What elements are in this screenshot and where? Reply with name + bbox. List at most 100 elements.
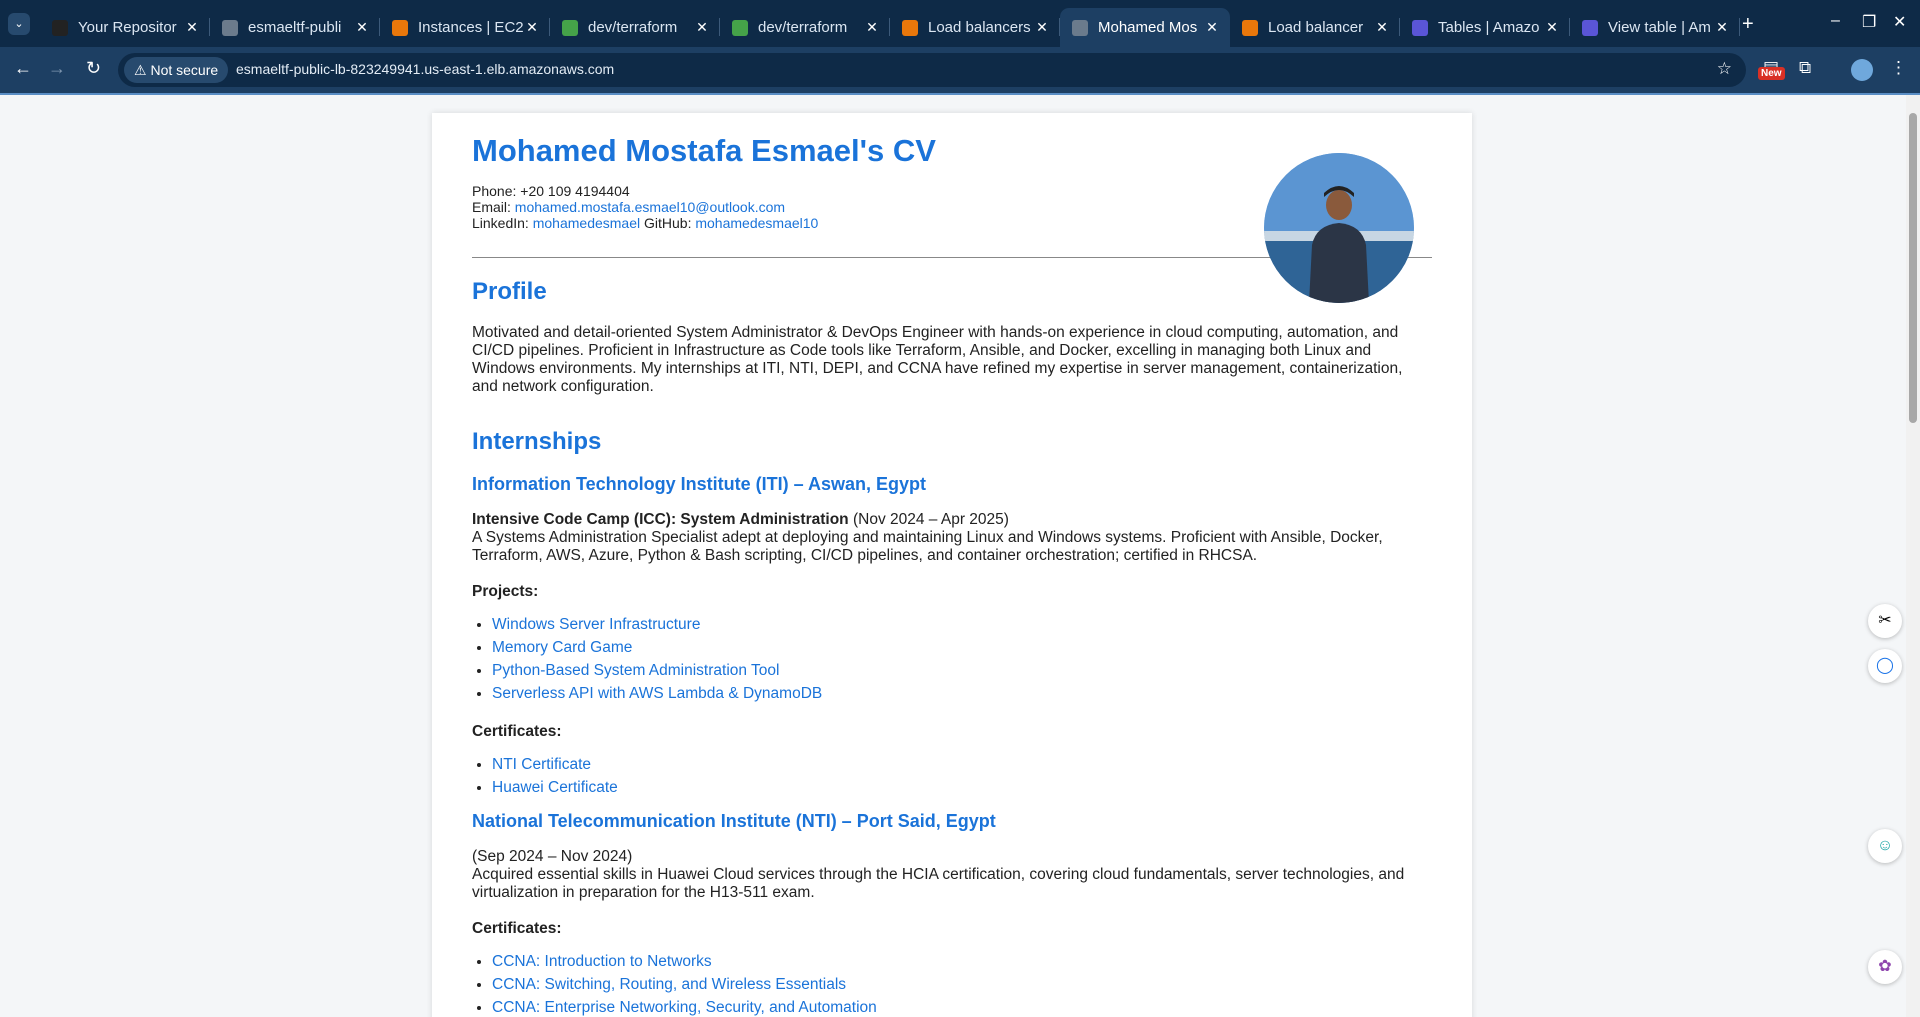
iti-projects-list: Windows Server Infrastructure Memory Car… bbox=[472, 613, 1432, 705]
profile-avatar[interactable] bbox=[1851, 59, 1873, 81]
tab-separator bbox=[1739, 18, 1740, 36]
tab-favicon-icon bbox=[1242, 19, 1258, 36]
list-item: CCNA: Enterprise Networking, Security, a… bbox=[492, 996, 1432, 1017]
iti-projects-label: Projects: bbox=[472, 583, 539, 600]
tab-close-icon[interactable]: ✕ bbox=[184, 19, 200, 36]
new-badge: New bbox=[1758, 67, 1785, 80]
phone-value: +20 109 4194404 bbox=[520, 183, 630, 199]
tab-title: Mohamed Mos bbox=[1098, 19, 1198, 36]
page-viewport: Mohamed Mostafa Esmael's CV Phone: +20 1… bbox=[0, 95, 1906, 1017]
project-link[interactable]: Memory Card Game bbox=[492, 639, 632, 656]
bookmark-star-icon[interactable]: ☆ bbox=[1717, 59, 1732, 79]
iti-certificates-list: NTI Certificate Huawei Certificate bbox=[472, 753, 1432, 799]
tab-close-icon[interactable]: ✕ bbox=[354, 19, 370, 36]
tab-strip: ⌄ Your Repositor ✕ esmaeltf-publi ✕ Instance… bbox=[0, 0, 1920, 47]
scissors-icon[interactable]: ✂ bbox=[1868, 604, 1902, 638]
forward-icon[interactable]: → bbox=[48, 58, 66, 79]
security-chip[interactable]: ⚠ Not secure bbox=[124, 57, 229, 83]
linkedin-label: LinkedIn: bbox=[472, 215, 529, 231]
reload-icon[interactable]: ↻ bbox=[86, 58, 101, 79]
tab-title: esmaeltf-publi bbox=[248, 19, 342, 36]
tab-close-icon[interactable]: ✕ bbox=[1034, 19, 1050, 36]
profile-text: Motivated and detail-oriented System Adm… bbox=[472, 324, 1403, 395]
tab-search-button[interactable]: ⌄ bbox=[8, 13, 30, 35]
menu-icon[interactable]: ⋮ bbox=[1890, 58, 1907, 78]
nti-certificates-list: CCNA: Introduction to Networks CCNA: Swi… bbox=[472, 950, 1432, 1017]
chat-assistant-icon[interactable]: ◯ bbox=[1868, 649, 1902, 683]
email-label: Email: bbox=[472, 199, 511, 215]
nti-heading: National Telecommunication Institute (NT… bbox=[472, 811, 996, 831]
tab[interactable]: dev/terraform ✕ bbox=[720, 8, 890, 47]
tab-close-icon[interactable]: ✕ bbox=[524, 19, 540, 36]
tab-close-icon[interactable]: ✕ bbox=[1544, 19, 1560, 36]
list-item: CCNA: Switching, Routing, and Wireless E… bbox=[492, 973, 1432, 996]
certificate-link[interactable]: CCNA: Switching, Routing, and Wireless E… bbox=[492, 976, 846, 993]
tab-title: Tables | Amazo bbox=[1438, 19, 1540, 36]
certificate-link[interactable]: NTI Certificate bbox=[492, 756, 591, 773]
tab-close-icon[interactable]: ✕ bbox=[694, 19, 710, 36]
scrollbar-thumb[interactable] bbox=[1909, 113, 1917, 423]
tab-favicon-icon bbox=[52, 19, 68, 36]
email-link[interactable]: mohamed.mostafa.esmael10@outlook.com bbox=[515, 199, 785, 215]
list-item: Memory Card Game bbox=[492, 636, 1432, 659]
tab-favicon-icon bbox=[1582, 19, 1598, 36]
iti-dates: (Nov 2024 – Apr 2025) bbox=[852, 511, 1009, 528]
list-item: Huawei Certificate bbox=[492, 776, 1432, 799]
new-tab-button[interactable]: + bbox=[1742, 13, 1754, 36]
tab-favicon-icon bbox=[732, 19, 748, 36]
project-link[interactable]: Serverless API with AWS Lambda & DynamoD… bbox=[492, 685, 822, 702]
tab-close-icon[interactable]: ✕ bbox=[1374, 19, 1390, 36]
project-link[interactable]: Python-Based System Administration Tool bbox=[492, 662, 779, 679]
tab[interactable]: Your Repositor ✕ bbox=[40, 8, 210, 47]
github-label: GitHub: bbox=[644, 215, 692, 231]
list-item: Serverless API with AWS Lambda & DynamoD… bbox=[492, 682, 1432, 705]
tab[interactable]: Load balancer ✕ bbox=[1230, 8, 1400, 47]
github-link[interactable]: mohamedesmael10 bbox=[695, 215, 818, 231]
tab-close-icon[interactable]: ✕ bbox=[864, 19, 880, 36]
tab[interactable]: Tables | Amazo ✕ bbox=[1400, 8, 1570, 47]
address-bar[interactable]: ⚠ Not secure esmaeltf-public-lb-82324994… bbox=[118, 53, 1746, 87]
extensions-icon[interactable]: ⧉ bbox=[1799, 58, 1811, 78]
tab-title: View table | Am bbox=[1608, 19, 1711, 36]
tab[interactable]: dev/terraform ✕ bbox=[550, 8, 720, 47]
page-scrollbar[interactable] bbox=[1906, 95, 1920, 1017]
iti-description: A Systems Administration Specialist adep… bbox=[472, 529, 1383, 564]
tab[interactable]: Mohamed Mos ✕ bbox=[1060, 8, 1230, 47]
tab[interactable]: Load balancers ✕ bbox=[890, 8, 1060, 47]
tab-close-icon[interactable]: ✕ bbox=[1714, 19, 1730, 36]
tab[interactable]: View table | Am ✕ bbox=[1570, 8, 1740, 47]
url-text[interactable]: esmaeltf-public-lb-823249941.us-east-1.e… bbox=[236, 61, 614, 77]
project-link[interactable]: Windows Server Infrastructure bbox=[492, 616, 700, 633]
ai-brain-icon[interactable]: ✿ bbox=[1868, 950, 1902, 984]
tab-title: dev/terraform bbox=[588, 19, 678, 36]
tab-title: Load balancers bbox=[928, 19, 1031, 36]
restore-icon[interactable]: ❐ bbox=[1862, 12, 1876, 32]
linkedin-link[interactable]: mohamedesmael bbox=[533, 215, 640, 231]
tab-title: dev/terraform bbox=[758, 19, 848, 36]
nti-certificates-label: Certificates: bbox=[472, 920, 562, 937]
warning-icon: ⚠ bbox=[134, 62, 147, 78]
minimize-icon[interactable]: – bbox=[1831, 12, 1840, 30]
iti-certificates-label: Certificates: bbox=[472, 723, 562, 740]
chatbot-icon[interactable]: ☺ bbox=[1868, 829, 1902, 863]
tab-title: Load balancer bbox=[1268, 19, 1364, 36]
tab[interactable]: Instances | EC2 ✕ bbox=[380, 8, 550, 47]
certificate-link[interactable]: CCNA: Enterprise Networking, Security, a… bbox=[492, 999, 877, 1016]
list-item: CCNA: Introduction to Networks bbox=[492, 950, 1432, 973]
tab-favicon-icon bbox=[222, 19, 238, 36]
nti-dates: (Sep 2024 – Nov 2024) bbox=[472, 848, 633, 865]
tab-close-icon[interactable]: ✕ bbox=[1204, 19, 1220, 36]
tab-title: Your Repositor bbox=[78, 19, 177, 36]
certificate-link[interactable]: CCNA: Introduction to Networks bbox=[492, 953, 712, 970]
tab-title: Instances | EC2 bbox=[418, 19, 524, 36]
iti-program: Intensive Code Camp (ICC): System Admini… bbox=[472, 511, 849, 528]
tab-list: Your Repositor ✕ esmaeltf-publi ✕ Instances … bbox=[40, 8, 1740, 47]
security-chip-label: Not secure bbox=[150, 62, 219, 78]
tab-favicon-icon bbox=[562, 19, 578, 36]
profile-photo bbox=[1264, 153, 1414, 303]
internships-heading: Internships bbox=[472, 428, 602, 455]
back-icon[interactable]: ← bbox=[14, 58, 32, 79]
certificate-link[interactable]: Huawei Certificate bbox=[492, 779, 618, 796]
close-window-icon[interactable]: ✕ bbox=[1893, 12, 1906, 32]
tab[interactable]: esmaeltf-publi ✕ bbox=[210, 8, 380, 47]
